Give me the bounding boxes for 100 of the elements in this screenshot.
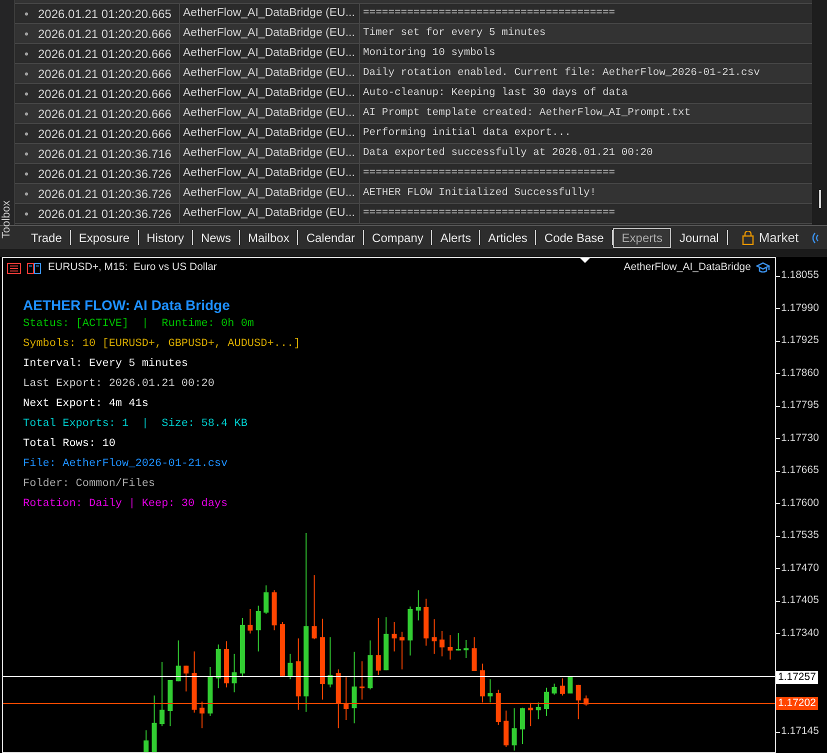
- log-message: Daily rotation enabled. Current file: AetherFlow_2026-01-21.csv: [362, 66, 761, 81]
- status-line: Status: [ACTIVE] | Runtime: 0h 0m: [23, 317, 256, 332]
- status-line: Next Export: 4m 41s: [23, 397, 150, 412]
- graduation-cap-icon[interactable]: [756, 262, 770, 274]
- candlestick: [424, 598, 429, 646]
- chart-shift-marker[interactable]: [580, 258, 590, 263]
- candlestick: [256, 605, 261, 652]
- row-bullet: •: [23, 146, 30, 162]
- tab[interactable]: History: [138, 230, 193, 245]
- candlestick: [232, 653, 237, 693]
- status-line: Folder: Common/Files: [23, 477, 156, 492]
- status-line: Interval: Every 5 minutes: [23, 357, 190, 372]
- row-bullet: •: [23, 66, 30, 82]
- log-message: Monitoring 10 symbols: [362, 46, 496, 61]
- tab[interactable]: Articles: [480, 230, 536, 245]
- candlestick: [496, 689, 501, 726]
- row-bullet: •: [23, 86, 30, 102]
- log-time: 2026.01.21 01:20:20.666: [38, 24, 180, 43]
- candlestick: [456, 632, 461, 652]
- tab[interactable]: Calendar: [298, 230, 364, 245]
- tab[interactable]: Exposure: [70, 230, 139, 245]
- list-icon[interactable]: [7, 262, 21, 274]
- candlestick: [200, 701, 205, 729]
- log-message: ========================================: [362, 206, 616, 221]
- status-line: Last Export: 2026.01.21 00:20: [23, 377, 216, 392]
- row-bullet: •: [23, 186, 30, 202]
- log-source: AetherFlow_AI_DataBridge (EU...: [180, 164, 360, 183]
- tab[interactable]: News: [192, 230, 240, 245]
- tab[interactable]: Company: [364, 230, 432, 245]
- log-time: 2026.01.21 01:20:20.666: [38, 104, 180, 123]
- tab[interactable]: Mailbox: [240, 230, 298, 245]
- candlestick: [520, 707, 525, 745]
- candlestick: [168, 680, 173, 727]
- log-source: AetherFlow_AI_DataBridge (EU...: [180, 4, 360, 23]
- candlestick: [552, 683, 557, 696]
- candlestick: [392, 622, 397, 652]
- log-time: 2026.01.21 01:20:20.665: [38, 4, 180, 23]
- price-tick-label: 1.17340: [781, 626, 819, 641]
- log-source: AetherFlow_AI_DataBridge (EU...: [180, 64, 360, 83]
- log-time: 2026.01.21 01:20:36.726: [38, 184, 180, 203]
- price-tick-label: 1.17470: [781, 560, 819, 576]
- chart-window-icon[interactable]: [27, 262, 41, 274]
- candlestick: [560, 678, 565, 696]
- candlestick: [208, 666, 213, 716]
- candlestick: [192, 650, 197, 714]
- price-tick-label: 1.17405: [781, 593, 819, 608]
- candlestick: [568, 676, 573, 694]
- candlestick: [216, 644, 221, 689]
- log-time: 2026.01.21 01:20:36.716: [38, 144, 180, 163]
- candlestick: [512, 708, 517, 752]
- shopping-bag-icon: [742, 230, 754, 244]
- candlestick: [584, 695, 589, 706]
- row-bullet: •: [23, 106, 30, 122]
- toolbox-label[interactable]: Toolbox: [1, 200, 12, 238]
- tab[interactable]: Journal: [671, 230, 728, 245]
- status-line: Total Exports: 1 | Size: 58.4 KB: [23, 417, 248, 432]
- candlestick: [408, 606, 413, 656]
- price-tick-label: 1.17145: [781, 724, 819, 740]
- signal-icon[interactable]: [810, 230, 819, 244]
- candlestick: [432, 618, 437, 654]
- candlestick: [576, 684, 581, 720]
- tab[interactable]: Experts: [612, 228, 672, 248]
- candlestick: [328, 636, 333, 688]
- bid-price-label: 1.17202: [776, 696, 818, 710]
- price-tick-label: 1.17925: [781, 333, 819, 348]
- price-tick-label: 1.17600: [781, 496, 819, 511]
- expert-name[interactable]: AetherFlow_AI_DataBridge: [624, 260, 751, 276]
- panel-title: AETHER FLOW: AI Data Bridge: [23, 296, 231, 314]
- candlestick: [544, 687, 550, 716]
- log-time: 2026.01.21 01:20:20.666: [38, 124, 180, 143]
- price-tick-label: 1.17730: [781, 430, 819, 446]
- ask-price-label: 1.17257: [776, 670, 818, 684]
- candlestick: [440, 630, 445, 657]
- candlestick: [224, 640, 230, 688]
- candlestick: [152, 695, 157, 752]
- candlestick: [528, 702, 534, 727]
- log-time: 2026.01.21 01:20:20.666: [38, 64, 180, 83]
- candlestick: [472, 636, 477, 672]
- market-tab[interactable]: Market: [758, 228, 799, 248]
- candlestick: [184, 665, 189, 692]
- candlestick: [360, 660, 365, 700]
- candlestick: [344, 676, 349, 720]
- candlestick: [400, 631, 405, 670]
- row-bullet: •: [23, 206, 30, 222]
- row-bullet: •: [23, 6, 30, 22]
- log-message: Auto-cleanup: Keeping last 30 days of data: [362, 86, 629, 101]
- log-message: Data exported successfully at 2026.01.21 00:20: [362, 146, 654, 161]
- log-message: AETHER FLOW Initialized Successfully!: [362, 186, 598, 201]
- price-tick-label: 1.17990: [781, 300, 819, 316]
- row-bullet: •: [23, 26, 30, 42]
- log-source: AetherFlow_AI_DataBridge (EU...: [180, 44, 360, 63]
- log-source: AetherFlow_AI_DataBridge (EU...: [180, 184, 360, 203]
- scrollbar-thumb[interactable]: [819, 190, 821, 208]
- chart-symbol-title: EURUSD+, M15: Euro vs US Dollar: [48, 260, 217, 276]
- tab[interactable]: Alerts: [432, 230, 480, 245]
- log-source: AetherFlow_AI_DataBridge (EU...: [180, 104, 360, 123]
- tab[interactable]: Trade: [23, 230, 71, 245]
- candlestick: [416, 590, 421, 621]
- log-message: ========================================: [362, 166, 616, 181]
- candlestick: [448, 634, 453, 660]
